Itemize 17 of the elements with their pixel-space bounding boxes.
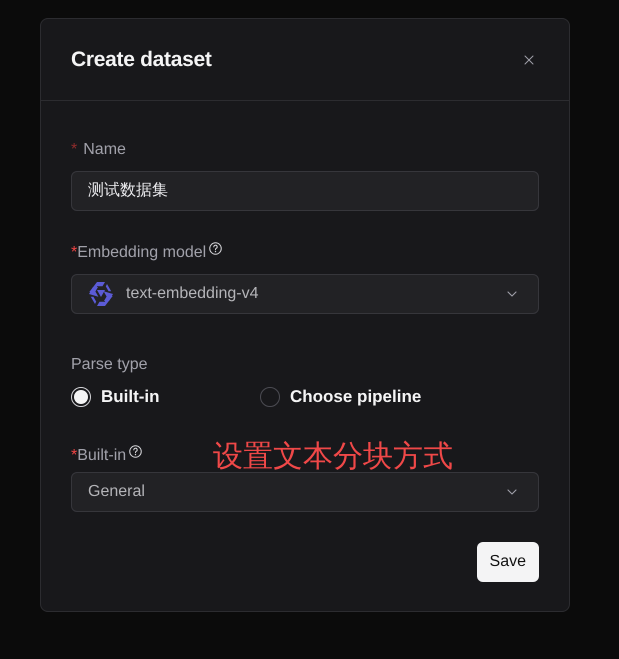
field-label: Parse type bbox=[71, 355, 148, 375]
radio-selected-icon bbox=[71, 387, 91, 407]
name-input[interactable]: 测试数据集 bbox=[71, 171, 539, 211]
select-value: General bbox=[88, 482, 146, 502]
dialog-title: Create dataset bbox=[71, 46, 212, 73]
select-field[interactable]: text-embedding-v4 bbox=[71, 274, 539, 314]
select-value: text-embedding-v4 bbox=[126, 284, 260, 304]
hexagram-icon bbox=[88, 281, 114, 307]
radio-option[interactable]: Choose pipeline bbox=[260, 385, 449, 409]
annotation-text: 设置文本分块方式 bbox=[213, 440, 454, 472]
radio-empty-icon bbox=[260, 387, 280, 407]
save-button[interactable]: Save bbox=[476, 542, 539, 582]
field-label: *Embedding model bbox=[71, 243, 206, 263]
field-label: *Built-in bbox=[71, 446, 126, 466]
radio-option[interactable]: Built-in bbox=[71, 385, 260, 409]
field-label: * Name bbox=[71, 140, 126, 160]
select-field[interactable]: General bbox=[71, 472, 539, 512]
